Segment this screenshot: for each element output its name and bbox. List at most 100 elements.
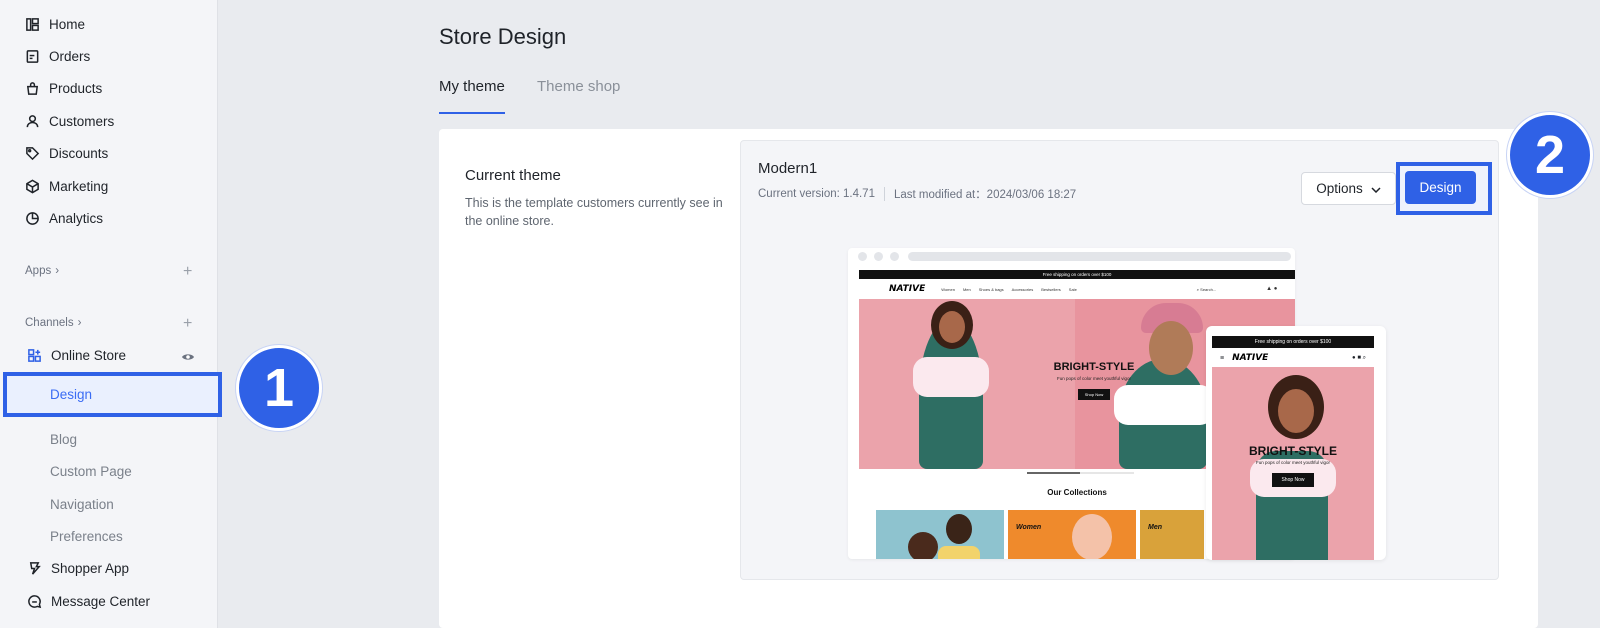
preview-nav-link: Bestsellers (1041, 286, 1061, 292)
sidebar-item-label: Home (49, 16, 86, 32)
products-icon (24, 80, 40, 96)
preview-nav-link: Accessories (1011, 286, 1034, 292)
sidebar-item-online-store[interactable]: Online Store (26, 343, 126, 367)
hero-shop-button: Shop Now (1077, 389, 1111, 400)
sidebar-item-label: Online Store (51, 347, 127, 363)
sidebar-item-orders[interactable]: Orders (24, 44, 90, 68)
step-2-number: 2 (1534, 125, 1566, 185)
hero-model-left-shirt (913, 357, 989, 397)
current-theme-heading: Current theme (465, 167, 561, 184)
sidebar-item-home[interactable]: Home (24, 12, 85, 36)
preview-nav-link: Women (941, 286, 955, 292)
discounts-icon (24, 145, 40, 161)
mobile-promo-bar: Free shipping on orders over $100 (1212, 336, 1374, 348)
mobile-hero-banner: BRIGHT-STYLE Fun pops of color meet yout… (1212, 367, 1374, 560)
chevron-right-icon: › (77, 317, 82, 329)
theme-version: Current version: 1.4.71 (758, 188, 875, 200)
chevron-right-icon: › (55, 265, 60, 277)
sidebar-item-discounts[interactable]: Discounts (24, 141, 108, 165)
shopper-app-icon (26, 560, 42, 576)
hero-slider-indicator (1027, 472, 1134, 474)
tab-my-theme[interactable]: My theme (439, 78, 505, 114)
design-button[interactable]: Design (1405, 171, 1476, 204)
online-store-icon (26, 347, 42, 363)
hamburger-icon: ≡ (1220, 354, 1225, 362)
theme-name: Modern1 (758, 160, 818, 177)
options-dropdown-button[interactable]: Options (1301, 172, 1396, 205)
theme-meta: Current version: 1.4.71 Last modified at… (758, 186, 1076, 202)
options-label: Options (1316, 181, 1363, 196)
sidebar-item-shopper-app[interactable]: Shopper App (26, 556, 129, 580)
preview-nav-link: Men (962, 286, 971, 292)
theme-last-modified: Last modified at：2024/03/06 18:27 (893, 189, 1077, 201)
sidebar-item-products[interactable]: Products (24, 76, 102, 100)
step-1-number: 1 (263, 358, 295, 418)
preview-nav-link: Shoes & bags (978, 286, 1004, 292)
marketing-icon (24, 178, 40, 194)
channels-label: Channels (25, 317, 74, 329)
step-2-badge: 2 (1507, 112, 1593, 198)
apps-section-toggle[interactable]: Apps › (25, 265, 59, 277)
collection-tile-men: Men (1140, 510, 1204, 559)
preview-cart-icon: ▲ ● (1266, 286, 1278, 292)
message-icon (26, 593, 42, 609)
add-channel-plus-icon[interactable]: + (183, 316, 192, 332)
sidebar: Home Orders Products Customers Discounts… (0, 0, 218, 628)
hero-title: BRIGHT-STYLE (1053, 361, 1135, 373)
channels-section-toggle[interactable]: Channels › (25, 317, 81, 329)
collection-tile-women-label: Women (1016, 524, 1042, 531)
sidebar-item-label: Message Center (51, 593, 151, 609)
sidebar-item-label: Shopper App (51, 560, 130, 576)
hero-model-right-face (1149, 321, 1193, 375)
sidebar-subitem-design-label: Design (50, 387, 93, 402)
collection-tile-men-label: Men (1148, 524, 1162, 531)
sidebar-item-message-center[interactable]: Message Center (26, 589, 150, 613)
collection-tile-couple (876, 510, 1004, 559)
browser-window-dots (858, 252, 899, 261)
sidebar-item-label: Customers (49, 113, 115, 129)
mobile-hero-shop-button: Shop Now (1272, 473, 1314, 487)
preview-logo: NATIVE (889, 284, 926, 294)
sidebar-item-label: Analytics (49, 210, 104, 226)
preview-nav: NATIVE Women Men Shoes & bags Accessorie… (859, 279, 1295, 299)
sidebar-item-label: Discounts (49, 145, 109, 161)
hero-model-left-face (939, 311, 965, 343)
hero-subtitle: Fun pops of color meet youthful vigor (1056, 376, 1132, 381)
current-theme-description: This is the template customers currently… (465, 196, 723, 228)
eye-icon[interactable] (181, 349, 195, 360)
mobile-hero-subtitle: Fun pops of color meet youthful vigor (1255, 460, 1331, 465)
customers-icon (24, 113, 40, 129)
sidebar-subitem-design[interactable]: Design (3, 372, 222, 417)
sidebar-item-label: Marketing (49, 178, 109, 194)
sidebar-subitem-blog[interactable]: Blog (50, 427, 77, 451)
add-app-plus-icon[interactable]: + (183, 264, 192, 280)
preview-nav-link: Sale (1068, 286, 1077, 292)
orders-icon (24, 48, 40, 64)
sidebar-subitem-navigation[interactable]: Navigation (50, 492, 114, 516)
sidebar-item-analytics[interactable]: Analytics (24, 206, 103, 230)
sidebar-subitem-preferences[interactable]: Preferences (50, 524, 123, 548)
sidebar-subitem-custom-page[interactable]: Custom Page (50, 459, 132, 483)
sidebar-item-label: Orders (49, 48, 91, 64)
tab-theme-shop[interactable]: Theme shop (537, 78, 620, 114)
hero-text-block: BRIGHT-STYLE Fun pops of color meet yout… (1039, 361, 1149, 401)
preview-promo-bar: Free shipping on orders over $100 (859, 270, 1295, 279)
home-icon (24, 16, 40, 32)
preview-search: ⌕ Search... (1196, 286, 1217, 292)
sidebar-item-marketing[interactable]: Marketing (24, 174, 108, 198)
mobile-hero-text: BRIGHT-STYLE Fun pops of color meet yout… (1212, 444, 1374, 487)
analytics-icon (24, 210, 40, 226)
preview-search-placeholder: Search... (1200, 286, 1217, 292)
mobile-hero-title: BRIGHT-STYLE (1248, 444, 1337, 458)
mobile-nav-icons: ● ■ ⌕ (1352, 354, 1366, 361)
apps-label: Apps (25, 265, 52, 277)
page-title: Store Design (439, 24, 567, 49)
chevron-down-icon (1371, 181, 1381, 196)
collection-tile-women: Women (1008, 510, 1136, 559)
mobile-nav: ≡ NATIVE ● ■ ⌕ (1212, 350, 1374, 366)
sidebar-item-customers[interactable]: Customers (24, 109, 114, 133)
browser-address-bar (908, 252, 1291, 261)
meta-divider (883, 187, 885, 201)
mobile-theme-preview: Free shipping on orders over $100 ≡ NATI… (1206, 326, 1386, 560)
sidebar-item-label: Products (49, 80, 103, 96)
